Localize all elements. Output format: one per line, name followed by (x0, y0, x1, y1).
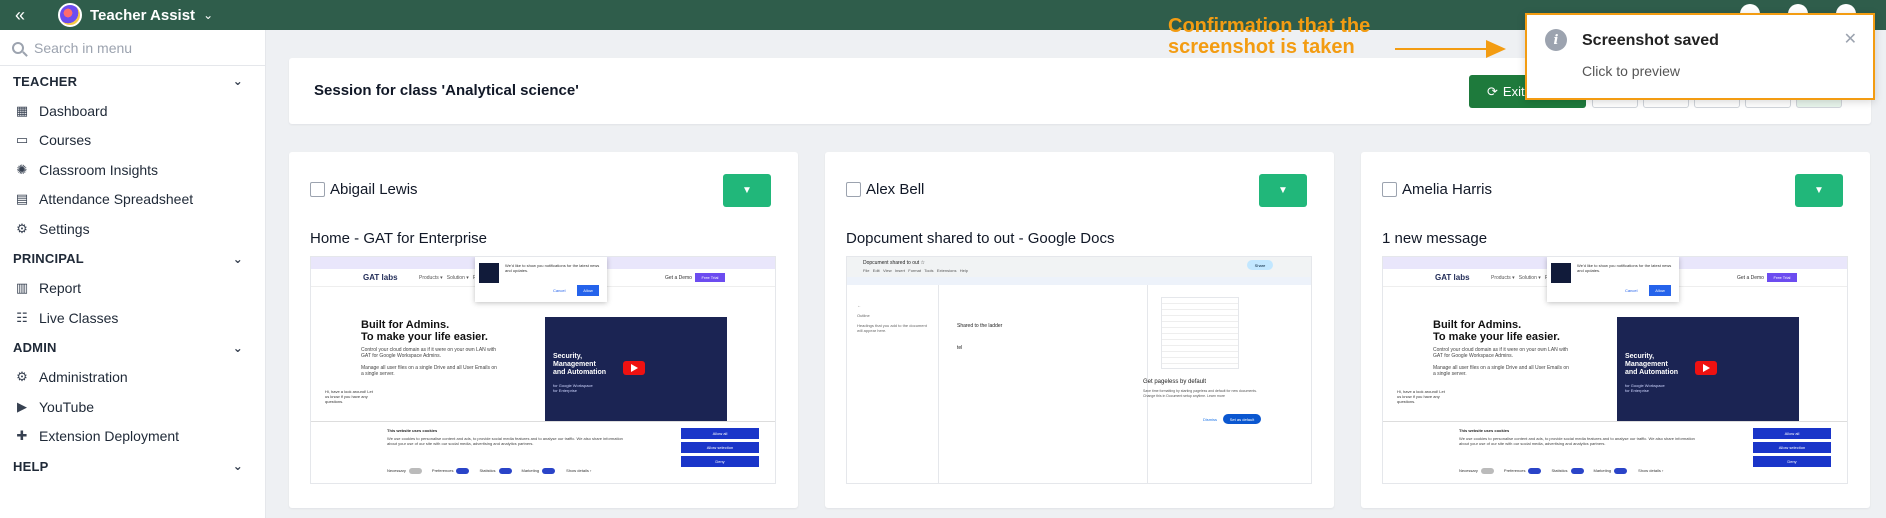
search-icon (12, 41, 24, 54)
student-card: Abigail Lewis ▼ Home - GAT for Enterpris… (289, 152, 798, 508)
search-placeholder: Search in menu (34, 39, 133, 56)
student-actions-dropdown[interactable]: ▼ (1259, 174, 1307, 207)
report-icon: ▥ (15, 280, 29, 296)
sidebar-item-label: Extension Deployment (39, 428, 180, 445)
toast-subtitle[interactable]: Click to preview (1582, 63, 1680, 79)
section-title: TEACHER (13, 73, 78, 89)
exit-label: Exit (1502, 84, 1525, 99)
chevron-down-icon: ⌄ (232, 251, 243, 266)
sidebar-item-youtube[interactable]: ▶ YouTube (0, 392, 265, 422)
spreadsheet-icon: ▤ (15, 191, 29, 207)
caret-down-icon: ▼ (1278, 185, 1288, 196)
sidebar-item-courses[interactable]: ▭ Courses (0, 126, 265, 156)
sidebar-item-label: Settings (39, 220, 90, 237)
sidebar-item-classroom-insights[interactable]: ✺ Classroom Insights (0, 155, 265, 185)
lightbulb-icon: ✺ (16, 161, 28, 177)
sidebar-item-label: Attendance Spreadsheet (39, 191, 194, 208)
annotation-line-2: screenshot is taken (1168, 36, 1355, 58)
sidebar-item-label: Administration (39, 369, 128, 386)
sidebar-item-label: Classroom Insights (39, 161, 159, 178)
exit-icon: ⟳ (1487, 83, 1498, 99)
student-name: Abigail Lewis (330, 181, 418, 198)
student-checkbox[interactable] (310, 182, 325, 197)
section-principal[interactable]: PRINCIPAL ⌄ (0, 244, 265, 274)
student-card: Amelia Harris ▼ 1 new message GAT labs P… (1361, 152, 1870, 508)
section-help[interactable]: HELP ⌄ (0, 451, 265, 481)
sidebar: Search in menu TEACHER ⌄ ▦ Dashboard ▭ C… (0, 30, 266, 518)
close-icon[interactable]: ✕ (1844, 29, 1857, 49)
puzzle-icon: ✚ (16, 428, 28, 444)
section-title: PRINCIPAL (13, 251, 84, 266)
student-name: Amelia Harris (1402, 181, 1493, 198)
screen-thumbnail[interactable]: Dopcument shared to out ☆ File Edit View… (846, 256, 1312, 484)
annotation-arrow-line (1395, 48, 1487, 50)
session-title: Session for class 'Analytical science' (314, 82, 579, 99)
sidebar-item-label: Report (39, 280, 82, 297)
section-title: ADMIN (13, 340, 57, 355)
search-input[interactable]: Search in menu (0, 30, 265, 66)
student-actions-dropdown[interactable]: ▼ (1795, 174, 1843, 207)
sidebar-item-dashboard[interactable]: ▦ Dashboard (0, 96, 265, 126)
caret-down-icon: ▼ (1814, 185, 1824, 196)
screen-thumbnail[interactable]: GAT labs Products ▾ Solution ▾ Pricing G… (310, 256, 776, 484)
live-classes-icon: ☷ (16, 309, 28, 325)
gear-icon: ⚙ (16, 369, 28, 385)
chevron-down-icon[interactable]: ⌄ (203, 8, 213, 22)
sidebar-item-attendance-spreadsheet[interactable]: ▤ Attendance Spreadsheet (0, 185, 265, 215)
student-name: Alex Bell (866, 181, 925, 198)
sidebar-item-label: YouTube (39, 398, 95, 415)
student-checkbox[interactable] (846, 182, 861, 197)
youtube-icon: ▶ (17, 398, 27, 414)
chevron-down-icon: ⌄ (232, 459, 243, 473)
app-logo (58, 3, 82, 27)
sidebar-item-label: Courses (39, 132, 92, 149)
sidebar-item-extension-deployment[interactable]: ✚ Extension Deployment (0, 422, 265, 452)
sidebar-item-administration[interactable]: ⚙ Administration (0, 363, 265, 393)
student-checkbox[interactable] (1382, 182, 1397, 197)
caret-down-icon: ▼ (742, 185, 752, 196)
sidebar-item-label: Live Classes (39, 309, 119, 326)
double-chevron-left-icon[interactable]: « (0, 0, 40, 30)
student-actions-dropdown[interactable]: ▼ (723, 174, 771, 207)
screen-thumbnail[interactable]: GAT labs Products ▾ Solution ▾ Pricing G… (1382, 256, 1848, 484)
chevron-down-icon: ⌄ (232, 340, 243, 355)
screenshot-saved-toast[interactable]: i Screenshot saved Click to preview ✕ (1525, 13, 1875, 100)
section-teacher[interactable]: TEACHER ⌄ (0, 66, 265, 96)
sidebar-item-label: Dashboard (39, 102, 108, 119)
gear-icon: ⚙ (16, 220, 28, 236)
courses-icon: ▭ (15, 132, 29, 148)
active-tab-title: Dopcument shared to out - Google Docs (846, 230, 1115, 247)
sidebar-item-live-classes[interactable]: ☷ Live Classes (0, 303, 265, 333)
active-tab-title: Home - GAT for Enterprise (310, 230, 487, 247)
toast-title: Screenshot saved (1582, 32, 1719, 49)
chevron-down-icon: ⌄ (232, 74, 243, 88)
annotation-text: Confirmation that the screenshot is take… (1168, 16, 1370, 58)
student-card: Alex Bell ▼ Dopcument shared to out - Go… (825, 152, 1334, 508)
sidebar-item-report[interactable]: ▥ Report (0, 274, 265, 304)
info-icon: i (1545, 29, 1567, 51)
app-title[interactable]: Teacher Assist (90, 7, 195, 24)
section-title: HELP (13, 458, 49, 474)
sidebar-item-settings[interactable]: ⚙ Settings (0, 214, 265, 244)
section-admin[interactable]: ADMIN ⌄ (0, 333, 265, 363)
dashboard-icon: ▦ (15, 102, 29, 118)
active-tab-title: 1 new message (1382, 230, 1488, 247)
annotation-line-1: Confirmation that the (1168, 15, 1371, 37)
annotation-arrow-icon (1486, 40, 1506, 58)
